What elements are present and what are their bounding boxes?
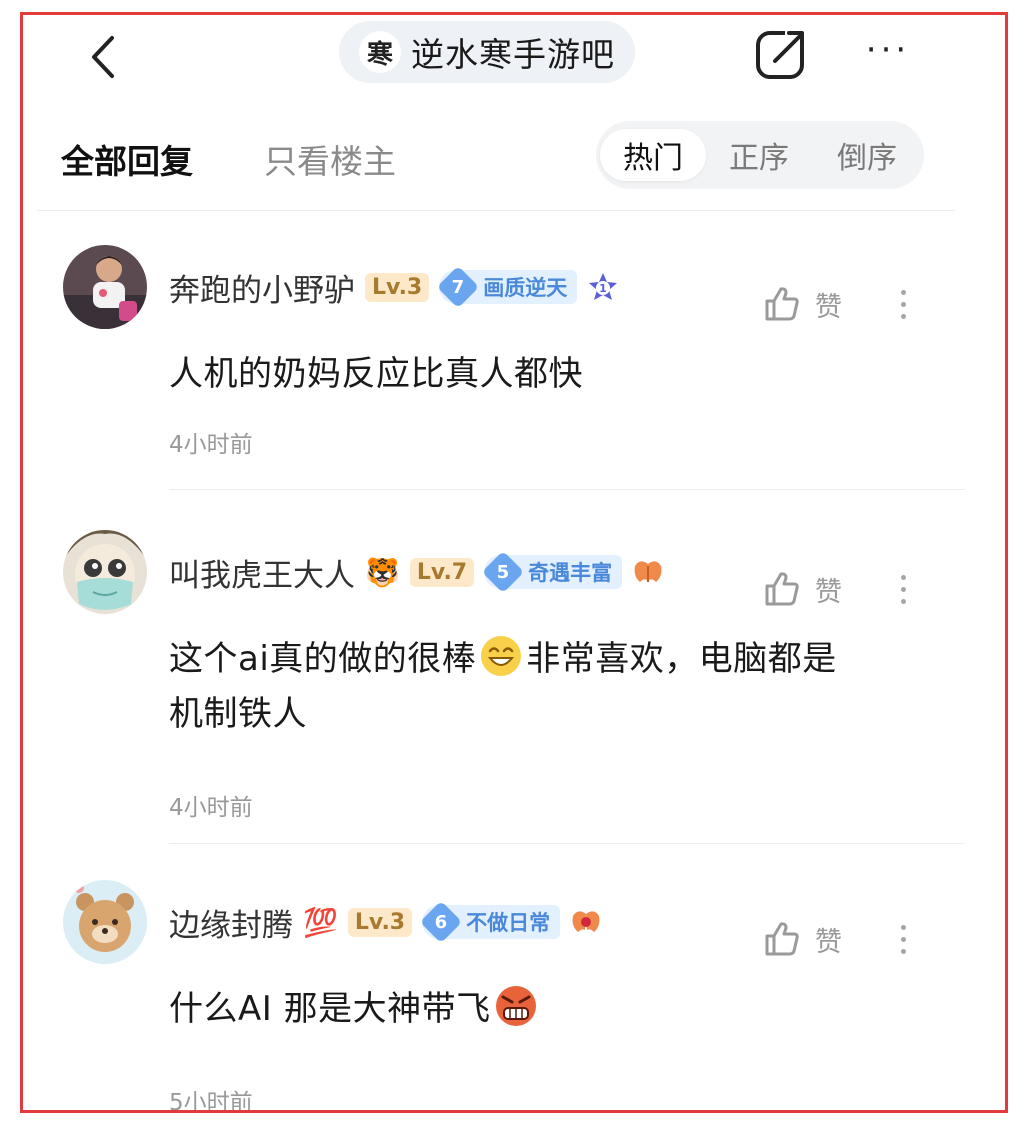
comment-divider [169, 843, 965, 844]
comment-text-part: 这个ai真的做的很棒 [169, 639, 477, 679]
like-button[interactable]: 赞 [763, 914, 842, 964]
sort-ascending[interactable]: 正序 [706, 129, 812, 181]
screenshot-frame: 寒 逆水寒手游吧 ··· 全部回复 只看楼主 热门 正序 倒序 奔跑的小野驴 L… [20, 12, 1008, 1113]
user-info-row: 奔跑的小野驴 Lv.3 7 画质逆天 1 [169, 262, 619, 312]
thumbs-up-icon [765, 922, 799, 956]
tab-op-only[interactable]: 只看楼主 [264, 135, 396, 183]
comment-text-part: 非常喜欢，电脑都是 [526, 639, 837, 679]
comment-time: 4小时前 [169, 795, 253, 821]
like-label: 赞 [815, 291, 842, 323]
badge-number: 7 [451, 276, 465, 298]
badge-text: 画质逆天 [483, 276, 568, 300]
rank-medal-icon: 1 [589, 273, 618, 300]
comment-menu-button[interactable] [888, 914, 918, 964]
badge-number: 6 [434, 911, 448, 933]
back-button[interactable] [73, 27, 133, 87]
sort-switch: 热门 正序 倒序 [596, 121, 924, 189]
divider [37, 210, 955, 211]
share-button[interactable] [751, 23, 811, 83]
title-badge: 5 奇遇丰富 [481, 550, 623, 594]
username[interactable]: 边缘封腾 [169, 900, 293, 945]
like-label: 赞 [815, 576, 842, 608]
badge-number: 5 [496, 561, 510, 583]
sort-hot[interactable]: 热门 [600, 129, 706, 181]
like-button[interactable]: 赞 [763, 279, 842, 329]
title-badge: 6 不做日常 [419, 900, 561, 944]
badge-diamond-icon: 5 [481, 550, 525, 594]
top-bar: 寒 逆水寒手游吧 ··· [23, 15, 1005, 105]
like-button[interactable]: 赞 [763, 564, 842, 614]
tiger-emoji-icon: 🐯 [365, 555, 400, 589]
user-info-row: 边缘封腾 💯 Lv.3 6 不做日常 [169, 897, 602, 947]
avatar[interactable] [63, 530, 147, 614]
tab-all-replies[interactable]: 全部回复 [61, 135, 193, 183]
comment-text: 这个ai真的做的很棒 非常喜欢，电脑都是 机制铁人 [169, 632, 925, 742]
forum-title-pill[interactable]: 寒 逆水寒手游吧 [339, 21, 635, 83]
username[interactable]: 叫我虎王大人 [169, 550, 355, 595]
level-badge: Lv.3 [347, 907, 413, 937]
angry-emoji-icon [495, 986, 536, 1026]
chevron-left-icon [92, 36, 114, 78]
more-options-button[interactable]: ··· [858, 30, 918, 70]
thumbs-up-icon [765, 572, 799, 606]
comment-text-part: 机制铁人 [169, 694, 307, 734]
share-icon [756, 27, 807, 79]
badge-text: 不做日常 [466, 911, 551, 935]
comment-time: 5小时前 [169, 1090, 253, 1113]
comment-menu-button[interactable] [888, 279, 918, 329]
level-badge: Lv.3 [365, 272, 430, 302]
sort-descending[interactable]: 倒序 [814, 129, 920, 181]
level-badge: Lv.7 [409, 557, 475, 587]
wings-medal-icon [572, 911, 600, 932]
comment-text: 什么AI 那是大神带飞 [169, 982, 925, 1037]
forum-logo: 寒 [359, 31, 401, 73]
comment-text-part: 什么AI 那是大神带飞 [169, 989, 491, 1029]
comment-menu-button[interactable] [888, 564, 918, 614]
comment-time: 4小时前 [169, 432, 253, 458]
like-label: 赞 [815, 926, 842, 958]
user-info-row: 叫我虎王大人 🐯 Lv.7 5 奇遇丰富 [169, 547, 664, 597]
badge-text: 奇遇丰富 [528, 561, 613, 585]
forum-name: 逆水寒手游吧 [411, 35, 615, 74]
medal-number: 1 [599, 282, 607, 295]
hundred-points-emoji-icon: 💯 [303, 905, 338, 939]
comment-divider [169, 489, 965, 490]
avatar[interactable] [63, 245, 147, 329]
avatar[interactable] [63, 880, 147, 964]
badge-diamond-icon: 6 [419, 900, 463, 944]
comment-text: 人机的奶妈反应比真人都快 [169, 354, 583, 394]
thumbs-up-icon [765, 287, 799, 321]
grin-emoji-icon [481, 636, 522, 676]
badge-diamond-icon: 7 [437, 265, 480, 309]
reply-filter-bar: 全部回复 只看楼主 热门 正序 倒序 [23, 115, 1005, 195]
wings-medal-icon [634, 561, 662, 582]
title-badge: 7 画质逆天 [437, 265, 578, 309]
username[interactable]: 奔跑的小野驴 [169, 265, 355, 310]
